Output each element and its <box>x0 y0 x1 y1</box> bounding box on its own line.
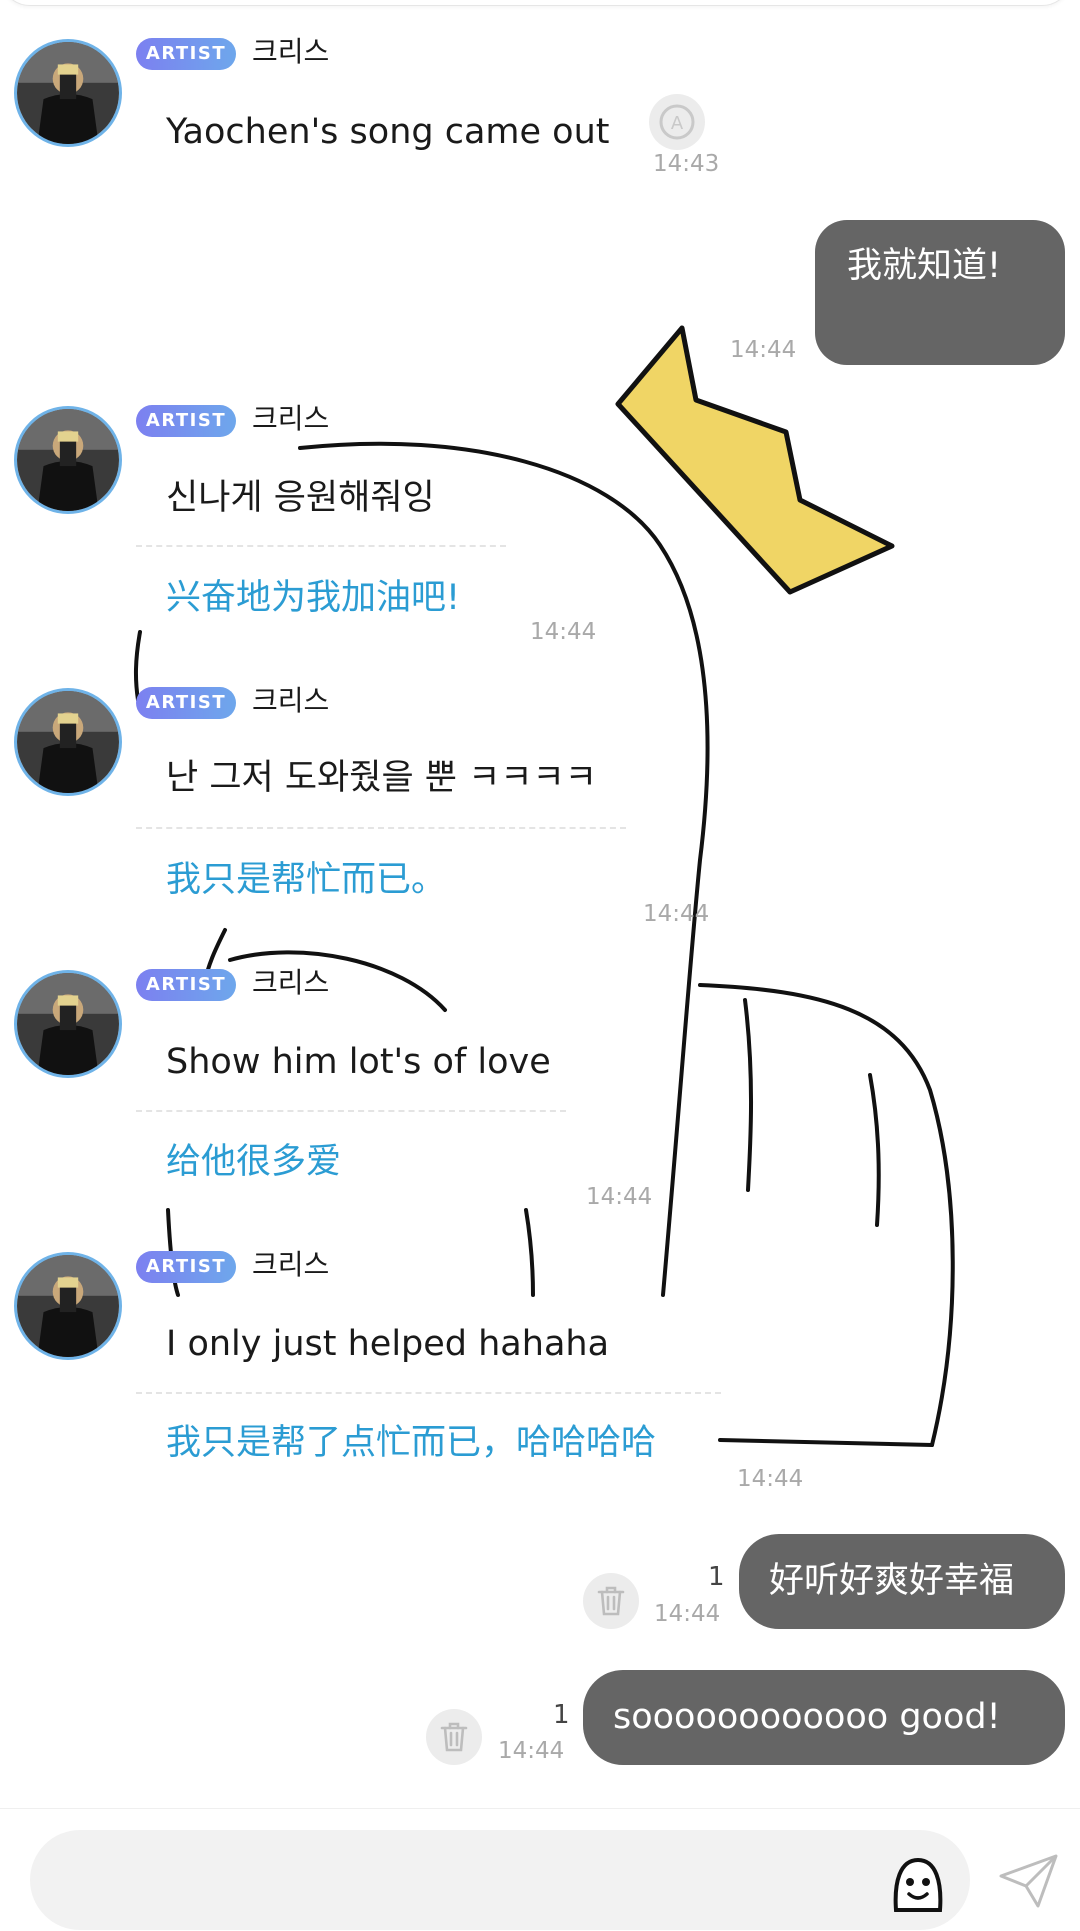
send-icon[interactable] <box>998 1852 1060 1908</box>
translation-divider <box>136 827 626 829</box>
artist-name: 크리스 <box>252 402 330 435</box>
translation-text: 我只是帮了点忙而已，哈哈哈哈 <box>166 1423 657 1463</box>
svg-text:A: A <box>671 113 684 134</box>
message-time: 14:44 <box>530 619 597 645</box>
artist-badge: ARTIST <box>136 405 236 437</box>
unread-count: 1 <box>708 1562 725 1592</box>
trash-icon[interactable] <box>583 1573 639 1629</box>
artist-name: 크리스 <box>252 1248 330 1281</box>
artist-badge: ARTIST <box>136 38 236 70</box>
outgoing-message-text: 我就知道! <box>847 246 1002 286</box>
artist-name: 크리스 <box>252 966 330 999</box>
message-time: 14:44 <box>730 337 797 363</box>
message-time: 14:44 <box>498 1738 565 1764</box>
translation-divider <box>136 1110 566 1112</box>
outgoing-message-bubble[interactable]: 我就知道! <box>815 220 1065 365</box>
unread-count: 1 <box>553 1700 570 1730</box>
outgoing-message-bubble[interactable]: soooooooooooo good! <box>583 1670 1065 1765</box>
artist-badge: ARTIST <box>136 1251 236 1283</box>
artist-message-text: 난 그저 도와줬을 뿐 ㅋㅋㅋㅋ <box>166 758 597 798</box>
translate-icon[interactable]: A <box>649 94 705 150</box>
outgoing-message-bubble[interactable]: 好听好爽好幸福 <box>739 1534 1065 1629</box>
message-time: 14:44 <box>654 1601 721 1627</box>
artist-message-text: I only just helped hahaha <box>166 1324 610 1364</box>
message-time: 14:44 <box>643 901 710 927</box>
translation-text: 给他很多爱 <box>166 1142 342 1182</box>
artist-badge: ARTIST <box>136 969 236 1001</box>
artist-name: 크리스 <box>252 35 330 68</box>
artist-avatar[interactable] <box>14 970 122 1078</box>
translation-divider <box>136 1392 721 1394</box>
artist-badge: ARTIST <box>136 687 236 719</box>
trash-icon[interactable] <box>426 1709 482 1765</box>
artist-avatar[interactable] <box>14 1252 122 1360</box>
translation-divider <box>136 545 506 547</box>
outgoing-message-text: 好听好爽好幸福 <box>769 1561 1015 1601</box>
artist-message-text: Show him lot's of love <box>166 1042 551 1082</box>
artist-avatar[interactable] <box>14 688 122 796</box>
emoji-icon[interactable] <box>890 1852 946 1912</box>
translation-text: 兴奋地为我加油吧! <box>166 578 461 618</box>
translation-text: 我只是帮忙而已。 <box>166 860 447 900</box>
message-input[interactable] <box>30 1830 970 1930</box>
artist-avatar[interactable] <box>14 39 122 147</box>
artist-avatar[interactable] <box>14 406 122 514</box>
message-time: 14:44 <box>737 1466 804 1492</box>
artist-message-text: 신나게 응원해줘잉 <box>166 478 435 518</box>
message-time: 14:43 <box>653 151 720 177</box>
artist-message-text: Yaochen's song came out <box>166 112 610 152</box>
outgoing-message-text: soooooooooooo good! <box>613 1697 1001 1737</box>
artist-name: 크리스 <box>252 684 330 717</box>
message-time: 14:44 <box>586 1184 653 1210</box>
crown-sticker <box>615 325 895 595</box>
